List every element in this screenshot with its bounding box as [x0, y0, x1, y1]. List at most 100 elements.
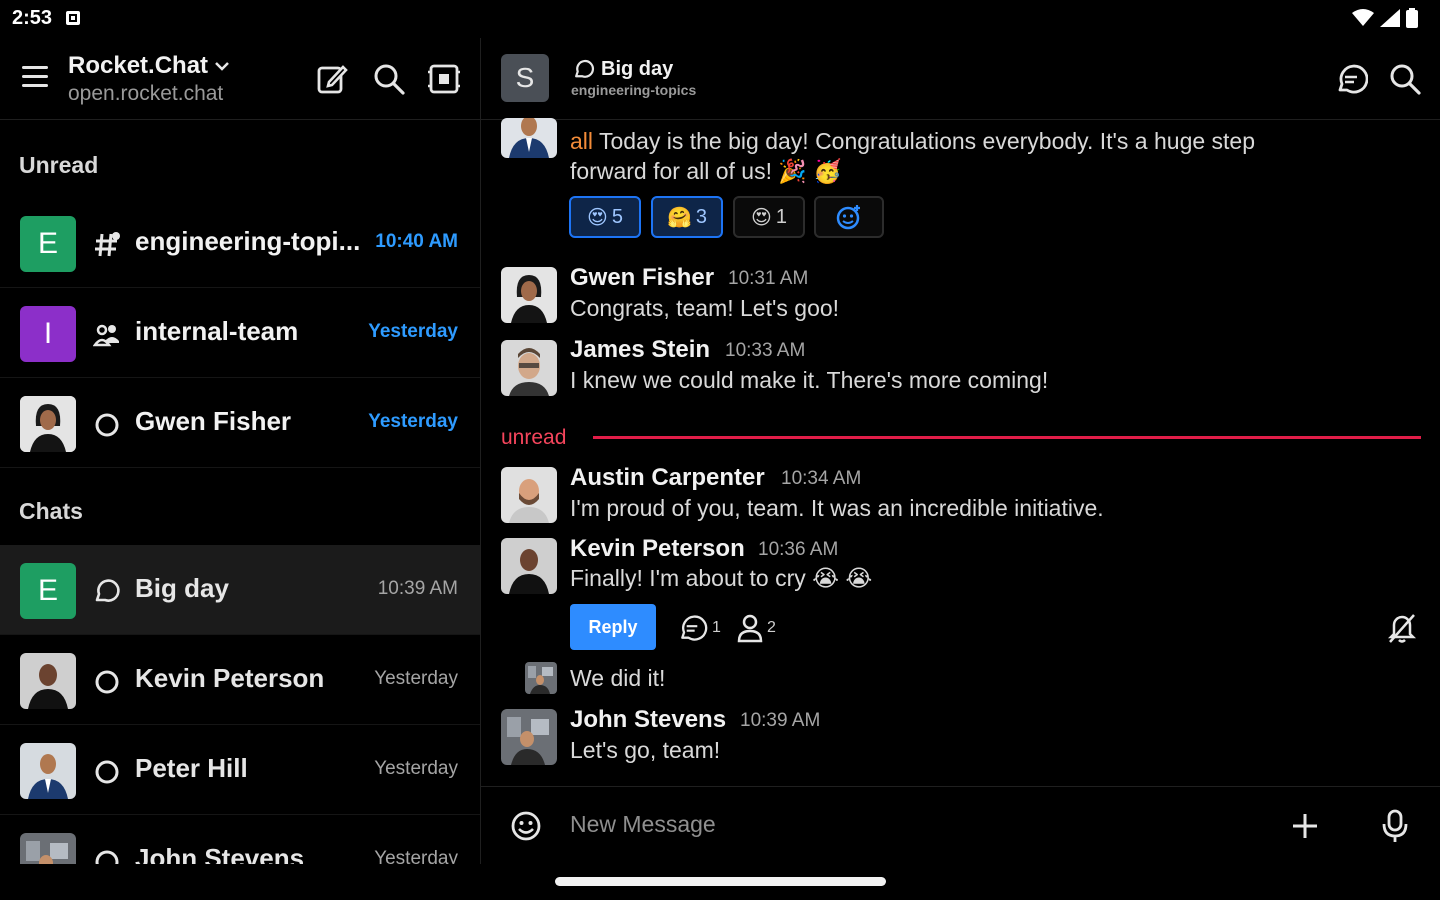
- section-chats: Chats: [19, 498, 83, 524]
- emoji-icon[interactable]: [509, 809, 543, 843]
- room-time: Yesterday: [368, 411, 458, 432]
- room-name: engineering-topi...: [135, 226, 361, 256]
- message-text: forward for all of us! 🎉 🥳: [570, 158, 843, 184]
- message-author[interactable]: James Stein: [570, 336, 710, 364]
- status-icons: [1352, 8, 1418, 28]
- thread-replies[interactable]: 1: [676, 613, 721, 643]
- user-icon: [737, 614, 763, 643]
- sidebar-header: Rocket.Chat open.rocket.chat: [0, 38, 480, 120]
- participants-count: 2: [767, 619, 776, 636]
- workspace-name: Rocket.Chat: [68, 52, 209, 79]
- room-name: Gwen Fisher: [135, 406, 292, 436]
- add-reaction-button[interactable]: [814, 196, 884, 238]
- unread-divider: [593, 436, 1421, 439]
- message-author[interactable]: Kevin Peterson: [570, 535, 745, 563]
- notification-icon: [66, 11, 80, 25]
- room-list-panel: Rocket.Chat open.rocket.chat Unread E en…: [0, 38, 480, 864]
- message-text: I'm proud of you, team. It was an incred…: [570, 495, 1104, 521]
- compose-icon[interactable]: [315, 62, 349, 96]
- room-item-peter-hill[interactable]: Peter Hill Yesterday: [0, 725, 480, 815]
- discussion-icon: [575, 59, 595, 78]
- message-time: 10:31 AM: [728, 268, 809, 289]
- menu-icon[interactable]: [22, 66, 48, 88]
- wifi-icon: [1352, 9, 1374, 26]
- message-text: all Today is the big day! Congratulation…: [570, 128, 1256, 154]
- reaction-button[interactable]: 🤗 3: [651, 196, 723, 238]
- mention-all[interactable]: all: [570, 128, 593, 154]
- workspace-switcher[interactable]: Rocket.Chat: [68, 52, 230, 80]
- avatar[interactable]: [501, 709, 557, 765]
- status-offline-icon: [95, 413, 119, 437]
- message-author[interactable]: Gwen Fisher: [570, 264, 714, 292]
- avatar[interactable]: [501, 267, 557, 323]
- room-parent[interactable]: engineering-topics: [571, 82, 696, 98]
- room-item-kevin-peterson[interactable]: Kevin Peterson Yesterday: [0, 635, 480, 725]
- directory-icon[interactable]: [427, 62, 461, 96]
- section-unread: Unread: [19, 152, 99, 178]
- battery-icon: [1406, 8, 1418, 28]
- message-time: 10:33 AM: [725, 340, 806, 361]
- room-header: S Big day engineering-topics: [481, 38, 1440, 120]
- replies-count: 1: [712, 619, 721, 636]
- message-author[interactable]: Austin Carpenter: [570, 464, 765, 492]
- room-time: Yesterday: [374, 668, 458, 689]
- signal-icon: [1380, 9, 1400, 27]
- reaction-count: 1: [775, 205, 787, 228]
- avatar: I: [20, 306, 76, 362]
- reaction-emoji: 😍: [587, 206, 608, 229]
- reply-button[interactable]: Reply: [570, 604, 656, 650]
- message-author[interactable]: John Stevens: [570, 706, 726, 734]
- discussion-icon: [95, 579, 120, 602]
- room-item-john-stevens[interactable]: John Stevens Yesterday: [0, 815, 480, 864]
- status-time: 2:53: [12, 7, 53, 29]
- threads-icon[interactable]: [1334, 62, 1368, 96]
- avatar[interactable]: [525, 662, 557, 694]
- message-text: Let's go, team!: [570, 737, 721, 763]
- microphone-icon[interactable]: [1382, 809, 1408, 843]
- unread-divider-label: unread: [501, 426, 567, 449]
- avatar[interactable]: [501, 467, 557, 523]
- avatar: E: [20, 563, 76, 619]
- room-name: Peter Hill: [135, 753, 248, 783]
- avatar[interactable]: [501, 340, 557, 396]
- avatar[interactable]: [501, 538, 557, 594]
- room-title-text: Big day: [601, 58, 674, 80]
- reaction-button[interactable]: 😍 1: [733, 196, 805, 238]
- workspace-url: open.rocket.chat: [68, 82, 224, 105]
- message-text: Congrats, team! Let's goo!: [570, 295, 840, 321]
- room-item-gwen-fisher[interactable]: Gwen Fisher Yesterday: [0, 378, 480, 468]
- room-item-big-day[interactable]: E Big day 10:39 AM: [0, 545, 480, 635]
- avatar[interactable]: [501, 118, 557, 158]
- notification-off-icon[interactable]: [1387, 612, 1417, 644]
- team-icon: [93, 324, 119, 347]
- home-indicator[interactable]: [555, 877, 886, 886]
- status-offline-icon: [95, 850, 119, 864]
- room-name: John Stevens: [135, 843, 305, 864]
- message-time: 10:34 AM: [781, 468, 862, 489]
- avatar: [20, 653, 76, 709]
- room-view: S Big day engineering-topics all Today i…: [481, 38, 1440, 864]
- message-input[interactable]: [570, 811, 1270, 838]
- room-name: Big day: [135, 573, 229, 603]
- status-offline-icon: [95, 760, 119, 784]
- avatar: [20, 833, 76, 864]
- search-icon[interactable]: [372, 62, 406, 96]
- room-item-internal-team[interactable]: I internal-team Yesterday: [0, 288, 480, 378]
- search-icon[interactable]: [1388, 62, 1422, 96]
- room-title[interactable]: Big day: [573, 58, 673, 81]
- message-text: I knew we could make it. There's more co…: [570, 367, 1049, 393]
- reaction-button[interactable]: 😍 5: [569, 196, 641, 238]
- reaction-emoji: 😍: [751, 206, 772, 229]
- room-item-engineering-topics[interactable]: E engineering-topi... 10:40 AM: [0, 198, 480, 288]
- plus-icon[interactable]: [1290, 811, 1320, 841]
- room-time: 10:39 AM: [377, 578, 458, 599]
- status-bar: 2:53: [0, 0, 1440, 38]
- reaction-emoji: 🤗: [666, 206, 692, 229]
- message-composer: [481, 786, 1440, 864]
- avatar: E: [20, 216, 76, 272]
- add-reaction-icon: [836, 205, 860, 230]
- threads-icon: [681, 615, 708, 641]
- reaction-count: 5: [611, 205, 623, 228]
- room-time: Yesterday: [374, 758, 458, 779]
- avatar: [20, 743, 76, 799]
